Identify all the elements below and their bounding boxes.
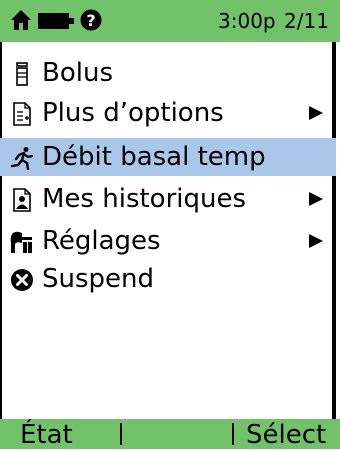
menu-item-label: Suspend [42, 264, 155, 294]
menu-item-bolus[interactable]: Bolus [0, 54, 336, 92]
submenu-arrow-icon [309, 234, 323, 248]
battery-icon [38, 13, 74, 29]
menu-item-label: Mes historiques [42, 184, 247, 214]
stop-x-icon [11, 269, 33, 291]
svg-text:?: ? [86, 11, 95, 30]
menu-item-history[interactable]: Mes historiques [0, 180, 336, 218]
vial-icon [16, 62, 28, 86]
document-person-icon [13, 188, 31, 212]
softkey-right-button[interactable]: Sélect [246, 420, 326, 450]
status-bar: ? 3:00p 2/11 [0, 0, 340, 42]
document-list-icon [13, 102, 31, 126]
menu-item-more-options[interactable]: Plus d’options [0, 94, 336, 132]
menu-item-label: Bolus [42, 58, 113, 88]
tools-icon [10, 231, 32, 253]
menu-item-label: Plus d’options [42, 98, 224, 128]
menu-item-settings[interactable]: Réglages [0, 222, 336, 260]
help-icon: ? [80, 9, 102, 31]
softkey-divider [120, 423, 122, 445]
softkey-divider [232, 423, 234, 445]
softkey-bar: État Sélect [0, 419, 340, 450]
menu-item-temp-basal[interactable]: Débit basal temp [0, 138, 336, 176]
submenu-arrow-icon [309, 192, 323, 206]
status-time: 3:00p [218, 9, 276, 33]
menu-item-label: Débit basal temp [42, 142, 266, 172]
running-person-icon [10, 147, 34, 170]
home-icon [11, 10, 31, 30]
menu-item-label: Réglages [42, 226, 161, 256]
menu-item-suspend[interactable]: Suspend [0, 260, 336, 298]
status-date: 2/11 [284, 9, 329, 33]
submenu-arrow-icon [309, 106, 323, 120]
softkey-left-button[interactable]: État [20, 420, 73, 450]
